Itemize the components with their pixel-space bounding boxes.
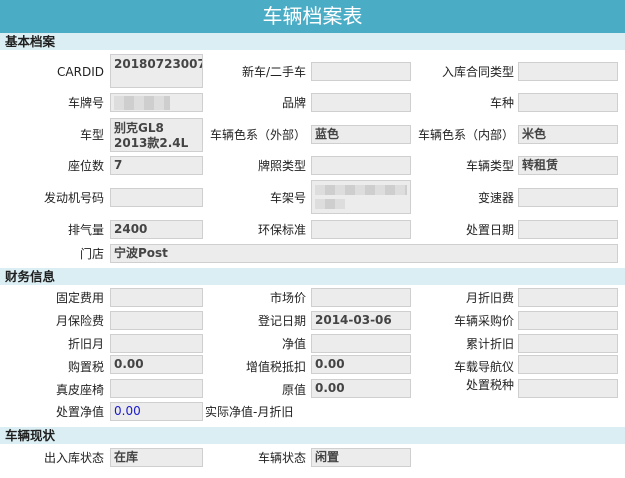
disposal-date-label: 处置日期 — [465, 223, 514, 237]
leather-label: 真皮座椅 — [55, 383, 104, 397]
plate-label: 车牌号 — [67, 96, 104, 110]
purchase-price-label: 车辆采购价 — [453, 314, 514, 328]
reg-date-field[interactable]: 2014-03-06 — [311, 311, 411, 330]
purchase-tax-label: 购置税 — [67, 360, 104, 374]
purchase-tax-field[interactable]: 0.00 — [110, 355, 203, 374]
frame-field[interactable] — [311, 180, 411, 214]
market-price-label: 市场价 — [269, 291, 306, 305]
monthly-dep-label: 月折旧费 — [465, 291, 514, 305]
dep-month-field[interactable] — [110, 334, 203, 353]
monthly-ins-label: 月保险费 — [55, 314, 104, 328]
fixed-cost-label: 固定费用 — [55, 291, 104, 305]
engine-label: 发动机号码 — [43, 191, 104, 205]
section-header-status: 车辆现状 — [0, 427, 625, 444]
emission-field[interactable] — [311, 220, 411, 239]
store-field[interactable]: 宁波Post — [110, 244, 618, 263]
brand-field[interactable] — [311, 93, 411, 112]
disposal-date-field[interactable] — [518, 220, 618, 239]
category-field[interactable] — [518, 93, 618, 112]
store-label: 门店 — [79, 247, 104, 261]
model-label: 车型 — [79, 128, 104, 142]
category-label: 车种 — [489, 96, 514, 110]
net-value-field[interactable] — [311, 334, 411, 353]
vehicle-type-field[interactable]: 转租赁 — [518, 156, 618, 175]
nav-label: 车载导航仪 — [453, 360, 514, 374]
redacted-plate — [114, 96, 170, 110]
disposal-net-label: 处置净值 — [55, 405, 104, 419]
contract-type-label: 入库合同类型 — [441, 65, 514, 79]
new-used-field[interactable] — [311, 62, 411, 81]
disposal-tax-label: 处置税种 — [465, 378, 514, 392]
section-header-basic: 基本档案 — [0, 33, 625, 50]
seats-label: 座位数 — [67, 159, 104, 173]
leather-field[interactable] — [110, 379, 203, 398]
inout-status-field[interactable]: 在库 — [110, 448, 203, 467]
emission-label: 环保标准 — [257, 223, 306, 237]
model-field[interactable]: 别克GL8 2013款2.4L 行政版 — [110, 118, 203, 152]
acc-dep-label: 累计折旧 — [465, 337, 514, 351]
disposal-net-field[interactable]: 0.00 — [110, 402, 203, 421]
displacement-field[interactable]: 2400 — [110, 220, 203, 239]
orig-value-field[interactable]: 0.00 — [311, 379, 411, 398]
gearbox-field[interactable] — [518, 188, 618, 207]
reg-date-label: 登记日期 — [257, 314, 306, 328]
vat-label: 增值税抵扣 — [245, 360, 306, 374]
contract-type-field[interactable] — [518, 62, 618, 81]
fixed-cost-field[interactable] — [110, 288, 203, 307]
market-price-field[interactable] — [311, 288, 411, 307]
int-color-label: 车辆色系（内部） — [417, 128, 514, 142]
new-used-label: 新车/二手车 — [241, 65, 306, 79]
int-color-field[interactable]: 米色 — [518, 125, 618, 144]
plate-field[interactable] — [110, 93, 203, 112]
dep-month-label: 折旧月 — [67, 337, 104, 351]
redacted-frame-line2 — [315, 199, 345, 209]
redacted-frame-line1 — [315, 185, 407, 195]
plate-type-label: 牌照类型 — [257, 159, 306, 173]
frame-label: 车架号 — [269, 191, 306, 205]
monthly-dep-field[interactable] — [518, 288, 618, 307]
vehicle-type-label: 车辆类型 — [465, 159, 514, 173]
acc-dep-field[interactable] — [518, 334, 618, 353]
cardid-label: CARDID — [57, 65, 104, 79]
brand-label: 品牌 — [281, 96, 306, 110]
vehicle-status-field[interactable]: 闲置 — [311, 448, 411, 467]
cardid-field[interactable]: 201807230075 — [110, 54, 203, 88]
ext-color-label: 车辆色系（外部） — [209, 128, 306, 142]
monthly-ins-field[interactable] — [110, 311, 203, 330]
ext-color-field[interactable]: 蓝色 — [311, 125, 411, 144]
gearbox-label: 变速器 — [477, 191, 514, 205]
plate-type-field[interactable] — [311, 156, 411, 175]
vehicle-status-label: 车辆状态 — [257, 451, 306, 465]
nav-field[interactable] — [518, 355, 618, 374]
displacement-label: 排气量 — [67, 223, 104, 237]
vat-field[interactable]: 0.00 — [311, 355, 411, 374]
seats-field[interactable]: 7 — [110, 156, 203, 175]
orig-value-label: 原值 — [281, 383, 306, 397]
purchase-price-field[interactable] — [518, 311, 618, 330]
section-header-finance: 财务信息 — [0, 268, 625, 285]
page-title: 车辆档案表 — [0, 0, 625, 33]
inout-status-label: 出入库状态 — [43, 451, 104, 465]
disposal-tax-field[interactable] — [518, 379, 618, 398]
net-value-label: 净值 — [281, 337, 306, 351]
actual-net-label: 实际净值-月折旧 — [205, 405, 294, 419]
engine-field[interactable] — [110, 188, 203, 207]
